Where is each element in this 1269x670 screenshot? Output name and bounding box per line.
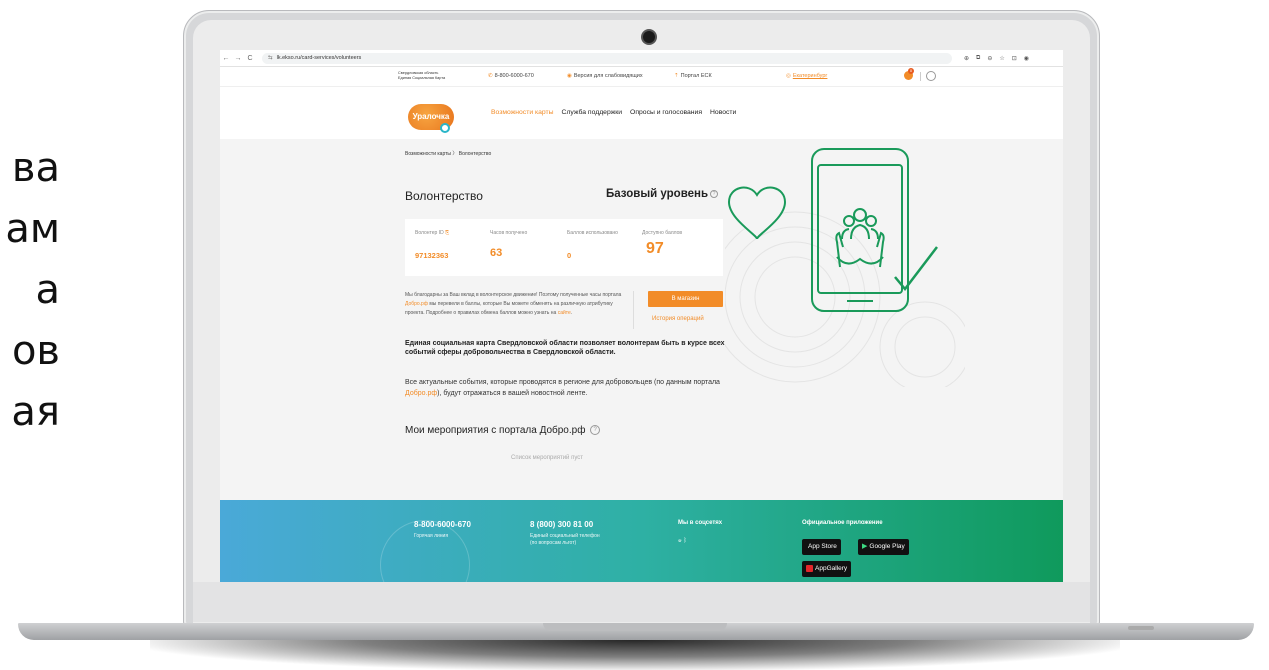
site-settings-icon[interactable]: ⇆ — [268, 55, 273, 61]
slide-line: ов — [11, 328, 60, 374]
app-store-button[interactable]: App Store — [802, 539, 841, 555]
intro-bold-text: Единая социальная карта Свердловской обл… — [405, 340, 725, 356]
stage: ва ам а ов ая ← → C ⇆ lk.eksо.ru/card-se… — [0, 0, 1269, 670]
stat-label-used: Баллов использовано — [567, 230, 618, 236]
accessibility-link[interactable]: ◉ Версия для слабовидящих — [567, 73, 643, 79]
profile-icon[interactable]: ◉ — [1024, 55, 1029, 62]
cast-icon[interactable]: ⧉ — [976, 55, 980, 62]
url-text: lk.eksо.ru/card-services/volunteers — [276, 55, 362, 61]
stat-label-available: Доступно баллов — [642, 230, 683, 236]
laptop-notch — [543, 623, 727, 631]
copy-icon[interactable]: ⎘ — [445, 230, 449, 236]
menu-item-support[interactable]: Служба поддержки — [562, 109, 623, 116]
apps-heading: Официальное приложение — [802, 520, 883, 526]
city-selector[interactable]: ◎ Екатеринбург — [786, 73, 827, 79]
google-play-button[interactable]: ▶ Google Play — [858, 539, 909, 555]
dobro-link[interactable]: Добро.рф — [405, 301, 428, 307]
stat-value-id: 97132363 — [415, 251, 449, 260]
phone-icon: ✆ — [488, 73, 493, 79]
eye-icon: ◉ — [567, 73, 572, 79]
main-content: Возможности карты 〉 Волонтерство Волонте… — [220, 139, 1063, 500]
back-icon[interactable]: ← — [220, 55, 232, 62]
arrow-up-icon: ⇡ — [674, 73, 679, 79]
slide-line: ам — [5, 206, 60, 252]
social-phone-label: Единый социальный телефон (по вопросам ль… — [530, 533, 600, 546]
address-bar[interactable]: ⇆ lk.eksо.ru/card-services/volunteers — [262, 52, 952, 64]
laptop-shadow — [150, 640, 1120, 670]
browser-actions: ⊕ ⧉ ⊖ ☆ ⊡ ◉ — [964, 55, 1029, 62]
slide-line: ая — [11, 389, 60, 435]
cart-badge: 0 — [908, 68, 914, 74]
events-title: Мои мероприятия с портала Добро.рф ? — [405, 425, 601, 436]
region-label: Свердловская область Единая Социальная К… — [398, 71, 446, 80]
huawei-icon — [806, 564, 813, 572]
logo-mark — [440, 123, 450, 133]
info-text: Мы благодарны за Ваш вклад в волонтерско… — [405, 292, 622, 316]
shop-button[interactable]: В магазин — [648, 291, 723, 307]
intro-text: Все актуальные события, которые проводят… — [405, 379, 720, 397]
page-title: Волонтерство — [405, 189, 483, 203]
stat-value-hours: 63 — [490, 247, 503, 259]
phone-link[interactable]: ✆ 8-800-6000-670 — [488, 73, 534, 79]
app-gallery-button[interactable]: AppGallery — [802, 561, 852, 577]
site-nav: Уралочка Возможности карты Служба поддер… — [220, 87, 1063, 139]
location-icon: ◎ — [786, 73, 791, 79]
social-phone[interactable]: 8 (800) 300 81 00 — [530, 520, 593, 529]
history-link[interactable]: История операций — [652, 316, 704, 322]
slide-text: ва ам а ов ая — [0, 138, 60, 443]
menu-item-polls[interactable]: Опросы и голосования — [630, 109, 702, 116]
user-icon[interactable] — [926, 71, 936, 81]
browser-toolbar: ← → C ⇆ lk.eksо.ru/card-services/volunte… — [220, 50, 1063, 67]
slide-line: ва — [11, 145, 60, 191]
breadcrumb[interactable]: Возможности карты 〉 Волонтерство — [405, 150, 491, 157]
events-help-icon[interactable]: ? — [590, 425, 601, 436]
extensions-icon[interactable]: ⊡ — [1012, 55, 1017, 62]
hotline-phone[interactable]: 8-800-6000-670 — [414, 520, 471, 529]
social-icons[interactable]: ☏ ᛒ — [678, 538, 687, 544]
play-icon: ▶ — [862, 543, 868, 550]
help-icon[interactable]: ? — [710, 189, 719, 198]
password-icon[interactable]: ⊕ — [964, 55, 969, 62]
hotline-label: Горячая линия — [414, 533, 449, 539]
dobro-link-2[interactable]: Добро.рф — [405, 390, 437, 397]
social-heading: Мы в соцсетях — [678, 520, 723, 526]
stat-label-hours: Часов получено — [490, 230, 528, 236]
menu-item-card-features[interactable]: Возможности карты — [491, 109, 554, 116]
stat-value-available: 97 — [646, 240, 664, 257]
portal-link[interactable]: ⇡ Портал ЕСК — [674, 73, 712, 79]
stat-value-used: 0 — [567, 251, 572, 260]
forward-icon[interactable]: → — [232, 55, 244, 62]
volunteer-illustration — [725, 148, 965, 387]
site-top-bar: Свердловская область Единая Социальная К… — [220, 67, 1063, 87]
laptop-bezel — [193, 582, 1090, 622]
menu-item-news[interactable]: Новости — [710, 109, 736, 116]
site-link[interactable]: сайте — [558, 310, 571, 316]
bookmark-star-icon[interactable]: ☆ — [999, 55, 1004, 62]
stats-card: Волонтер ID ⎘ 97132363 Часов получено 63… — [405, 219, 723, 276]
slide-line: а — [35, 267, 60, 313]
laptop-screen: ← → C ⇆ lk.eksо.ru/card-services/volunte… — [220, 50, 1063, 582]
volunteer-level: Базовый уровень? — [606, 188, 719, 200]
laptop-port — [1128, 626, 1154, 630]
footer: 8-800-6000-670 Горячая линия 8 (800) 300… — [220, 500, 1063, 582]
stat-label-id: Волонтер ID ⎘ — [415, 230, 450, 236]
camera-icon — [643, 31, 655, 43]
main-menu: Возможности карты Служба поддержки Опрос… — [491, 109, 736, 116]
reload-icon[interactable]: C — [244, 55, 256, 62]
zoom-icon[interactable]: ⊖ — [987, 55, 992, 62]
events-empty-state: Список мероприятий пуст — [511, 455, 583, 461]
